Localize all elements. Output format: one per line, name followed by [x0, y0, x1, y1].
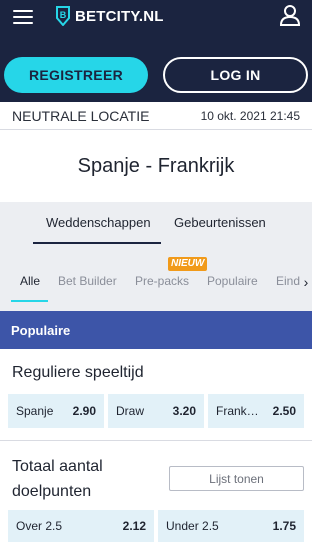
page: B BETCITY.NL REGISTREER LOG IN NEUTRALE … [0, 0, 312, 548]
odds-price: 3.20 [172, 404, 196, 418]
tab-weddenschappen[interactable]: Weddenschappen [46, 215, 151, 230]
register-button[interactable]: REGISTREER [4, 57, 148, 93]
account-icon[interactable] [278, 3, 302, 27]
svg-text:B: B [60, 10, 67, 20]
filter-bet-builder[interactable]: Bet Builder [58, 274, 117, 288]
tab-bar: Weddenschappen Gebeurtenissen [0, 202, 312, 254]
new-badge: NIEUW [168, 257, 208, 271]
market-title: Reguliere speeltijd [12, 364, 144, 381]
odds-label: Spanje [16, 404, 54, 418]
match-title: Spanje - Frankrijk [0, 130, 312, 202]
event-info-bar: NEUTRALE LOCATIE 10 okt. 2021 21:45 [0, 102, 312, 130]
section-header-populaire[interactable]: Populaire [0, 311, 312, 349]
chevron-right-icon[interactable]: › [300, 268, 312, 296]
filter-eind[interactable]: Eind [276, 274, 300, 288]
filter-alle[interactable]: Alle [20, 274, 40, 288]
tab-gebeurtenissen[interactable]: Gebeurtenissen [174, 215, 266, 230]
top-bar: B BETCITY.NL [0, 0, 312, 48]
betcity-shield-icon: B [56, 6, 70, 26]
login-button[interactable]: LOG IN [163, 57, 308, 93]
market-reguliere-speeltijd: Reguliere speeltijd Spanje 2.90 Draw 3.2… [0, 349, 312, 441]
odds-price: 2.12 [122, 519, 146, 533]
odds-row: Over 2.5 2.12 Under 2.5 1.75 [8, 510, 304, 542]
filter-populaire[interactable]: Populaire [207, 274, 258, 288]
active-filter-indicator [11, 300, 48, 302]
active-tab-indicator [33, 242, 161, 244]
odds-button-draw[interactable]: Draw 3.20 [108, 394, 204, 428]
logo[interactable]: B BETCITY.NL [55, 6, 164, 26]
odds-button-over[interactable]: Over 2.5 2.12 [8, 510, 154, 542]
odds-label: Draw [116, 404, 145, 418]
event-datetime: 10 okt. 2021 21:45 [200, 109, 300, 123]
odds-label: Under 2.5 [166, 519, 219, 533]
odds-price: 1.75 [272, 519, 296, 533]
odds-button-frankrijk[interactable]: Frank… 2.50 [208, 394, 304, 428]
logo-text: BETCITY.NL [75, 7, 164, 25]
odds-row: Spanje 2.90 Draw 3.20 Frank… 2.50 [8, 394, 304, 428]
odds-button-spanje[interactable]: Spanje 2.90 [8, 394, 104, 428]
hamburger-menu-icon[interactable] [13, 10, 33, 24]
show-list-button[interactable]: Lijst tonen [169, 466, 304, 491]
market-title: Totaal aantal doelpunten [12, 458, 103, 500]
odds-button-under[interactable]: Under 2.5 1.75 [158, 510, 304, 542]
odds-label: Over 2.5 [16, 519, 63, 533]
filter-bar: Alle Bet Builder Pre-packs Populaire Ein… [0, 254, 312, 311]
odds-price: 2.50 [272, 404, 296, 418]
auth-bar: REGISTREER LOG IN [0, 48, 312, 102]
venue-label: NEUTRALE LOCATIE [12, 108, 150, 124]
odds-label: Frank… [216, 404, 259, 418]
filter-pre-packs[interactable]: Pre-packs [135, 274, 189, 288]
market-totaal-doelpunten: Totaal aantal doelpunten Lijst tonen Ove… [0, 442, 312, 548]
odds-price: 2.90 [72, 404, 96, 418]
